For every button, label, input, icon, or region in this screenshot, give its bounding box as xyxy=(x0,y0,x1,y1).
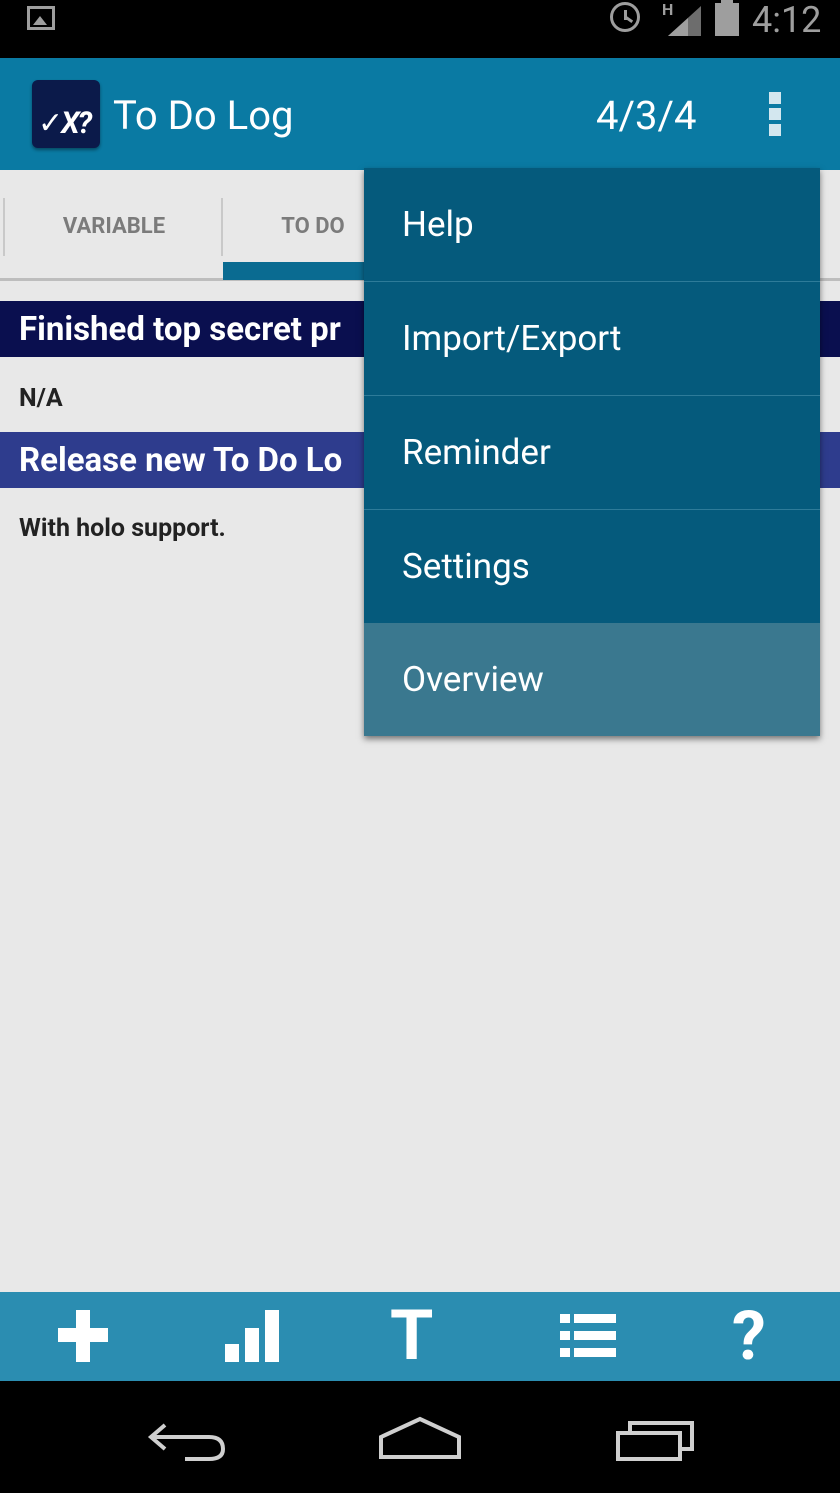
help-button[interactable]: ? xyxy=(716,1296,796,1376)
help-icon: ? xyxy=(732,1296,766,1376)
overflow-menu-button[interactable] xyxy=(760,86,790,142)
alarm-icon xyxy=(610,2,640,32)
overflow-dot-icon xyxy=(769,108,781,120)
menu-item-import-export[interactable]: Import/Export xyxy=(364,282,820,395)
home-icon[interactable] xyxy=(377,1415,463,1461)
action-bar: ✓X? To Do Log 4/3/4 xyxy=(0,58,840,170)
battery-icon xyxy=(715,0,739,36)
status-bar: H 4:12 xyxy=(0,0,840,58)
add-button[interactable] xyxy=(44,1302,124,1370)
todo-item-description: With holo support. xyxy=(19,514,226,543)
text-icon: T xyxy=(390,1295,434,1377)
menu-item-help[interactable]: Help xyxy=(364,168,820,281)
task-counter: 4/3/4 xyxy=(596,92,697,139)
todo-item-description: N/A xyxy=(19,384,63,413)
app-logo-text: ✓X? xyxy=(38,106,92,141)
menu-item-settings[interactable]: Settings xyxy=(364,510,820,623)
signal-icon xyxy=(668,6,701,36)
text-button[interactable]: T xyxy=(380,1295,460,1377)
gallery-notification-icon xyxy=(27,6,55,30)
menu-item-reminder[interactable]: Reminder xyxy=(364,396,820,509)
statistics-button[interactable] xyxy=(213,1302,293,1370)
recents-icon[interactable] xyxy=(614,1419,698,1463)
app-title: To Do Log xyxy=(113,92,294,139)
app-logo-icon[interactable]: ✓X? xyxy=(32,80,100,148)
bottom-toolbar: T ? xyxy=(0,1292,840,1381)
back-icon[interactable] xyxy=(145,1419,229,1463)
navigation-bar xyxy=(0,1381,840,1493)
overflow-dot-icon xyxy=(769,92,781,104)
status-time: 4:12 xyxy=(752,0,822,41)
list-button[interactable] xyxy=(548,1302,628,1370)
menu-item-overview[interactable]: Overview xyxy=(364,623,820,736)
overflow-menu: Help Import/Export Reminder Settings Ove… xyxy=(364,168,820,736)
tab-variable[interactable]: VARIABLE xyxy=(5,198,223,254)
overflow-dot-icon xyxy=(769,124,781,136)
